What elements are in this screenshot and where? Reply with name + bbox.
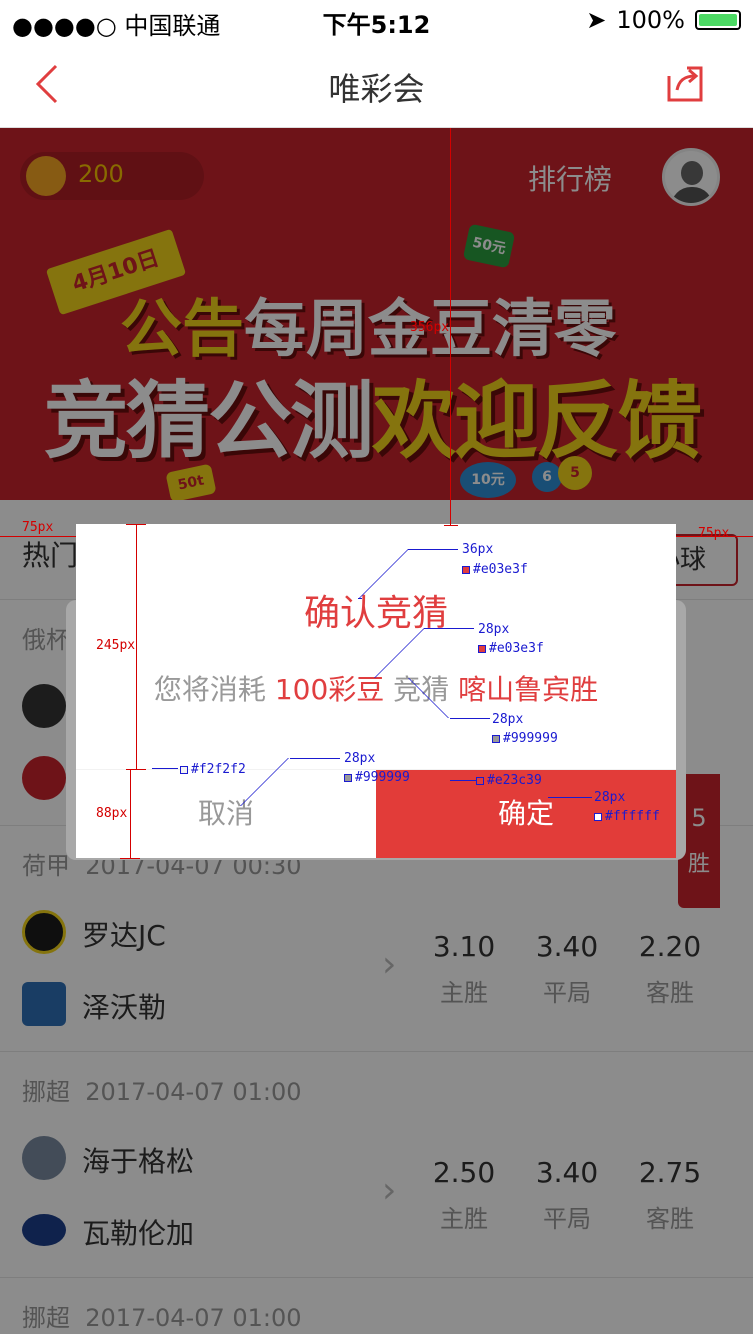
measure-line [130,770,131,858]
spec-label: 28px [594,790,626,805]
page-title: 唯彩会 [328,70,425,108]
spec-label: #ffffff [594,809,660,824]
dialog-title: 确认竞猜 [303,593,448,634]
spec-label: #e03e3f [478,641,544,656]
battery-icon [695,10,741,30]
measure-label: 75px [22,520,54,535]
spec-label: 28px [344,751,376,766]
measure-label: 88px [96,806,128,821]
dialog-message: 您将消耗 100彩豆 竞猜 喀山鲁宾胜 [153,673,599,706]
measure-line [120,858,140,859]
cost-amount: 100彩豆 [274,673,385,706]
measure-line [126,769,146,770]
battery-percent: 100% [616,6,685,34]
status-bar: ●●●●○ 中国联通 下午5:12 ➤ 100% [0,0,753,40]
spec-label: #f2f2f2 [180,762,246,777]
spec-label: 28px [478,622,510,637]
spec-label: #e23c39 [476,773,542,788]
measure-line [126,524,146,525]
spec-label: 36px [462,542,494,557]
spec-label: #999999 [344,770,410,785]
spec-label: #e03e3f [462,562,528,577]
measure-line [136,524,137,769]
measure-line [450,128,451,526]
confirm-dialog: 确认竞猜 您将消耗 100彩豆 竞猜 喀山鲁宾胜 取消 确定 [76,524,676,858]
spec-label: #999999 [492,731,558,746]
measure-label: 75px [698,526,730,541]
spec-label: 28px [492,712,524,727]
measure-line [0,536,76,537]
location-icon: ➤ [586,6,607,34]
measure-label: 356px [410,320,450,335]
selected-pick: 喀山鲁宾胜 [458,673,599,706]
measure-label: 245px [96,638,136,653]
measure-line [444,525,458,526]
nav-bar: 唯彩会 [0,40,753,128]
status-right: ➤ 100% [586,6,741,34]
share-icon[interactable] [665,64,705,104]
